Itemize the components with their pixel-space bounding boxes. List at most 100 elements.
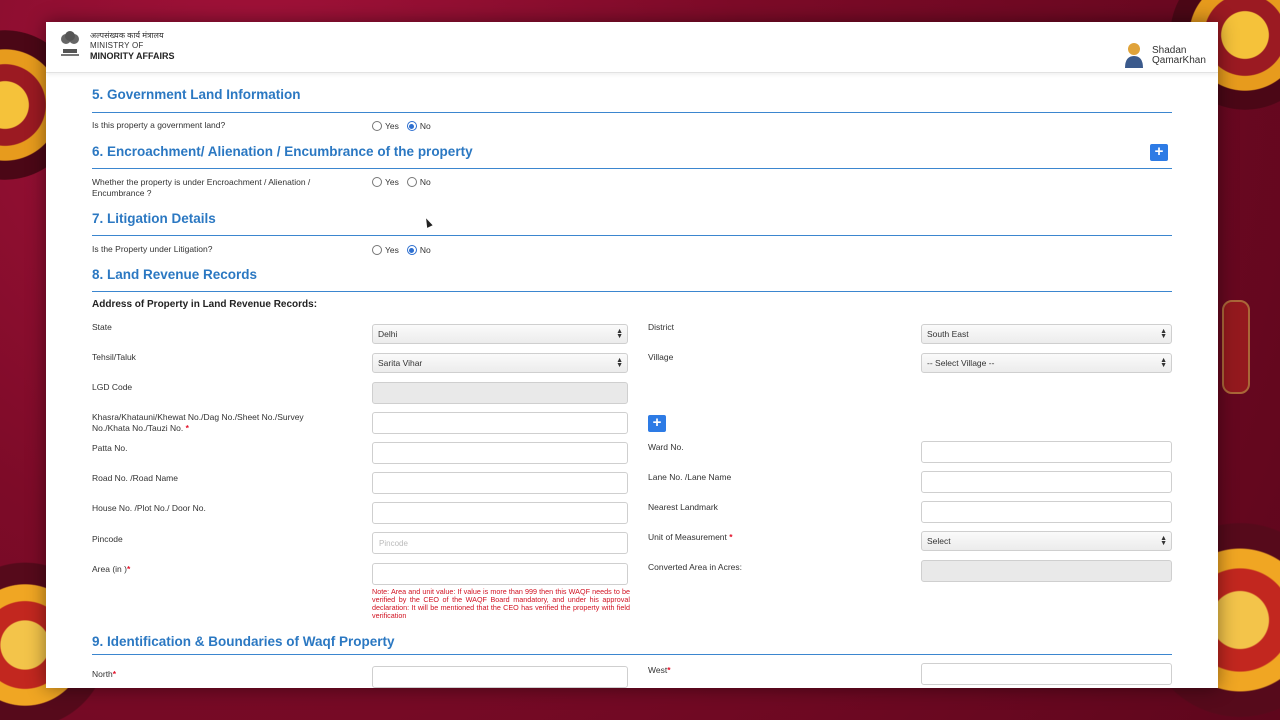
litigation-question: Is the Property under Litigation?: [92, 244, 213, 254]
district-label: District: [648, 322, 674, 332]
converted-area-label: Converted Area in Acres:: [648, 562, 743, 572]
updown-arrow-icon: ▲ ▼: [1160, 328, 1167, 340]
district-select[interactable]: South East ▲ ▼: [921, 324, 1172, 344]
khasra-label-line1: Khasra/Khatauni/Khewat No./Dag No./Sheet…: [92, 412, 304, 422]
government-land-radio-group: Yes No: [372, 121, 439, 131]
updown-arrow-icon: ▲ ▼: [1160, 357, 1167, 369]
form-page: अल्पसंख्यक कार्य मंत्रालय MINISTRY OF MI…: [46, 22, 1218, 688]
government-land-question: Is this property a government land?: [92, 120, 226, 130]
pincode-input[interactable]: Pincode: [372, 532, 628, 554]
road-input[interactable]: [372, 472, 628, 494]
user-last-name: QamarKhan: [1152, 55, 1206, 66]
pincode-label: Pincode: [92, 534, 123, 544]
required-mark: *: [112, 669, 117, 679]
radio-no-selected[interactable]: [406, 245, 417, 255]
updown-arrow-icon: ▲ ▼: [616, 357, 623, 369]
encroachment-question: Whether the property is under Encroachme…: [92, 177, 310, 199]
encroachment-yes-option[interactable]: Yes: [372, 177, 399, 187]
radio-yes[interactable]: [372, 177, 382, 187]
litigation-no-option[interactable]: No: [406, 245, 431, 255]
required-mark: *: [729, 532, 733, 542]
section-9-title: 9. Identification & Boundaries of Waqf P…: [92, 634, 395, 649]
state-select[interactable]: Delhi ▲ ▼: [372, 324, 628, 344]
user-avatar-icon[interactable]: [1124, 42, 1144, 68]
required-mark: *: [185, 423, 189, 433]
required-mark: *: [667, 665, 671, 675]
radio-no-label: No: [419, 245, 431, 255]
radio-no-selected[interactable]: [406, 121, 417, 131]
patta-input[interactable]: [372, 442, 628, 464]
radio-yes-label: Yes: [385, 245, 399, 255]
radio-no-label: No: [419, 177, 431, 187]
section-7-title: 7. Litigation Details: [92, 211, 216, 226]
required-mark: *: [126, 564, 131, 574]
tehsil-label: Tehsil/Taluk: [92, 352, 136, 362]
landmark-label: Nearest Landmark: [648, 502, 718, 512]
encroachment-question-line1: Whether the property is under Encroachme…: [92, 177, 311, 187]
village-select-value: -- Select Village --: [927, 358, 995, 368]
litigation-yes-option[interactable]: Yes: [372, 245, 399, 255]
updown-arrow-icon: ▲ ▼: [616, 328, 623, 340]
village-select[interactable]: -- Select Village -- ▲ ▼: [921, 353, 1172, 373]
ministry-hindi: अल्पसंख्यक कार्य मंत्रालय: [90, 31, 164, 40]
lantern-ornament: [1222, 300, 1250, 394]
patta-label: Patta No.: [92, 443, 128, 453]
north-label-text: North: [92, 669, 113, 679]
mouse-cursor-icon: [423, 217, 433, 228]
government-land-no-option[interactable]: No: [406, 121, 431, 131]
village-label: Village: [648, 352, 674, 362]
area-input[interactable]: [372, 563, 628, 585]
khasra-label: Khasra/Khatauni/Khewat No./Dag No./Sheet…: [92, 412, 304, 434]
road-label: Road No. /Road Name: [92, 473, 178, 483]
state-select-value: Delhi: [378, 329, 398, 339]
radio-yes-label: Yes: [385, 177, 399, 187]
section-8-title: 8. Land Revenue Records: [92, 267, 258, 282]
area-label: Area (in )*: [92, 564, 130, 575]
updown-arrow-icon: ▲ ▼: [1160, 535, 1167, 547]
west-input[interactable]: [921, 663, 1172, 685]
add-khasra-button[interactable]: +: [648, 415, 666, 432]
encroachment-question-line2: Encumbrance ?: [92, 188, 152, 198]
section-divider: [92, 168, 1172, 169]
khasra-label-line2: No./Khata No./Tauzi No.: [92, 423, 184, 433]
encroachment-radio-group: Yes No: [372, 177, 439, 187]
tehsil-select[interactable]: Sarita Vihar ▲ ▼: [372, 353, 628, 373]
north-input[interactable]: [372, 666, 628, 688]
uom-label: Unit of Measurement *: [648, 532, 733, 543]
uom-select[interactable]: Select ▲ ▼: [921, 531, 1172, 551]
ward-input[interactable]: [921, 441, 1172, 463]
uom-label-text: Unit of Measurement: [648, 532, 727, 542]
radio-no[interactable]: [406, 177, 417, 187]
user-name[interactable]: Shadan QamarKhan: [1152, 46, 1206, 66]
house-label: House No. /Plot No./ Door No.: [92, 503, 206, 513]
uom-select-value: Select: [927, 536, 951, 546]
encroachment-no-option[interactable]: No: [406, 177, 431, 187]
radio-yes[interactable]: [372, 245, 382, 255]
ministry-line1: MINISTRY OF: [90, 41, 144, 50]
area-verification-note: Note: Area and unit value: If value is m…: [372, 587, 630, 620]
tehsil-select-value: Sarita Vihar: [378, 358, 423, 368]
radio-no-label: No: [419, 121, 431, 131]
lane-input[interactable]: [921, 471, 1172, 493]
section-divider: [92, 291, 1172, 292]
lgd-code-field: [372, 382, 628, 404]
address-subheading: Address of Property in Land Revenue Reco…: [92, 299, 318, 310]
khasra-input[interactable]: [372, 412, 628, 434]
landmark-input[interactable]: [921, 501, 1172, 523]
west-label-text: West: [648, 665, 668, 675]
section-divider: [92, 112, 1172, 113]
section-divider: [92, 235, 1172, 236]
house-input[interactable]: [372, 502, 628, 524]
west-label: West*: [648, 665, 671, 676]
section-5-title: 5. Government Land Information: [92, 87, 301, 102]
ministry-line2: MINORITY AFFAIRS: [90, 51, 175, 61]
ministry-logo-text: अल्पसंख्यक कार्य मंत्रालय MINISTRY OF MI…: [90, 31, 175, 61]
radio-yes-label: Yes: [385, 121, 399, 131]
section-divider: [92, 654, 1172, 655]
litigation-radio-group: Yes No: [372, 245, 439, 255]
lgd-code-label: LGD Code: [92, 382, 133, 392]
add-encroachment-button[interactable]: +: [1150, 144, 1168, 161]
government-land-yes-option[interactable]: Yes: [372, 121, 399, 131]
ward-label: Ward No.: [648, 442, 684, 452]
radio-yes[interactable]: [372, 121, 382, 131]
